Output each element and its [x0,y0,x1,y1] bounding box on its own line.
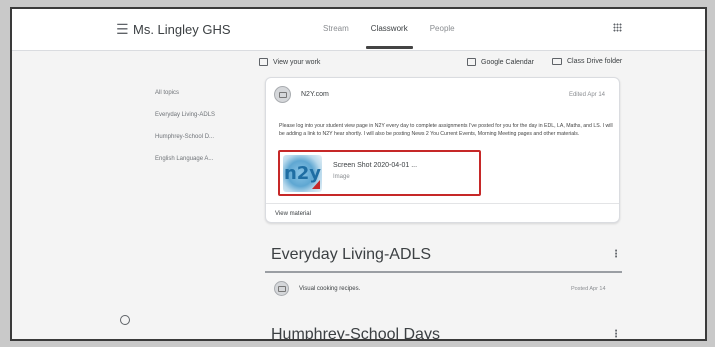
sidebar-item-english-language[interactable]: English Language A... [155,156,213,162]
material-description: Please log into your student view page i… [279,123,613,137]
list-item-title: Visual cooking recipes. [299,285,361,292]
folder-icon [552,58,562,65]
material-card[interactable]: N2Y.com Edited Apr 14 Please log into yo… [265,77,620,223]
sidebar-item-humphrey[interactable]: Humphrey-School D... [155,134,214,140]
tab-classwork[interactable]: Classwork [360,9,419,51]
topic-divider [265,271,622,273]
attachment-name: Screen Shot 2020-04-01 ... [333,162,418,169]
material-divider [266,203,619,204]
material-edited-date: Edited Apr 14 [568,92,605,98]
top-app-bar: ☰ Ms. Lingley GHS Stream Classwork Peopl… [12,9,705,51]
material-icon [274,281,289,296]
class-drive-folder-link[interactable]: Class Drive folder [552,58,622,65]
list-item[interactable]: Visual cooking recipes. [274,281,360,296]
google-calendar-link[interactable]: Google Calendar [467,58,534,66]
class-drive-folder-label: Class Drive folder [567,58,623,65]
sidebar-item-everyday-living[interactable]: Everyday Living-ADLS [155,112,215,118]
more-options-icon[interactable]: ⋮ [611,329,621,339]
google-calendar-label: Google Calendar [481,58,534,66]
calendar-icon [467,58,476,66]
assignment-icon [259,58,268,66]
sidebar-item-all-topics[interactable]: All topics [155,90,179,96]
material-header: N2Y.com [274,86,329,103]
material-icon [274,86,291,103]
image-type-flag-icon [312,180,320,189]
topic-heading-everyday-living: Everyday Living-ADLS [271,246,432,263]
apps-grid-icon[interactable] [613,23,622,32]
tab-people[interactable]: People [419,9,466,51]
help-icon[interactable] [120,315,130,325]
tab-stream[interactable]: Stream [312,9,360,51]
topic-heading-humphrey: Humphrey-School Days [271,326,440,341]
main-menu-icon[interactable]: ☰ [116,21,129,38]
more-options-icon[interactable]: ⋮ [611,249,621,260]
list-item-posted-date: Posted Apr 14 [571,286,606,292]
view-material-link[interactable]: View material [275,211,311,217]
screenshot-frame: ☰ Ms. Lingley GHS Stream Classwork Peopl… [10,7,707,341]
attachment-highlighted[interactable]: n2y Screen Shot 2020-04-01 ... Image [278,150,481,196]
view-your-work-label: View your work [273,58,321,66]
attachment-type: Image [333,174,350,180]
class-title[interactable]: Ms. Lingley GHS [133,22,231,37]
class-tabs: Stream Classwork People [312,9,466,51]
material-title[interactable]: N2Y.com [301,91,329,98]
view-your-work-link[interactable]: View your work [259,58,320,66]
